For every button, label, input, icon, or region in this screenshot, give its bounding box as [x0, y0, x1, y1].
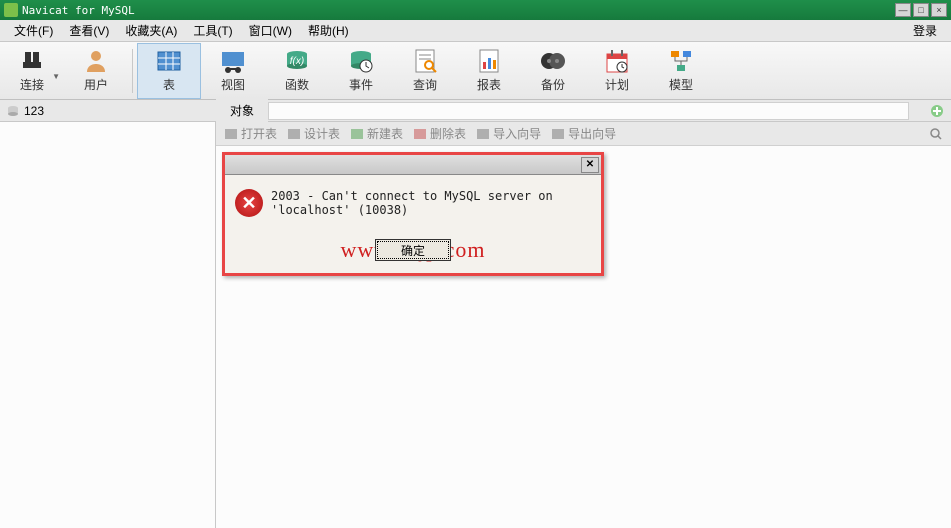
menu-window[interactable]: 窗口(W) — [241, 20, 300, 41]
table-icon — [156, 48, 182, 74]
svg-text:f(x): f(x) — [290, 56, 304, 67]
query-icon — [412, 48, 438, 74]
menu-file[interactable]: 文件(F) — [6, 20, 61, 41]
tool-table[interactable]: 表 — [137, 43, 201, 99]
tool-event[interactable]: 事件 — [329, 43, 393, 99]
error-icon: ✕ — [235, 189, 263, 217]
tool-user[interactable]: 用户 — [64, 43, 128, 99]
search-icon[interactable] — [929, 127, 943, 141]
user-icon — [83, 48, 109, 74]
action-4[interactable]: 导入向导 — [476, 125, 541, 142]
tab-objects[interactable]: 对象 — [216, 99, 268, 122]
titlebar: Navicat for MySQL — □ × — [0, 0, 951, 20]
menu-view[interactable]: 查看(V) — [61, 20, 117, 41]
subbar: 123 对象 — [0, 100, 951, 122]
menu-favorites[interactable]: 收藏夹(A) — [117, 20, 185, 41]
menu-help[interactable]: 帮助(H) — [300, 20, 357, 41]
action-1[interactable]: 设计表 — [287, 125, 340, 142]
login-link[interactable]: 登录 — [913, 22, 937, 39]
app-title: Navicat for MySQL — [22, 4, 135, 17]
action-bar: 打开表设计表新建表删除表导入向导导出向导 — [216, 122, 951, 146]
add-icon[interactable] — [929, 103, 945, 119]
action-5[interactable]: 导出向导 — [551, 125, 616, 142]
action-2[interactable]: 新建表 — [350, 125, 403, 142]
fx-icon: f(x) — [284, 48, 310, 74]
action-3[interactable]: 删除表 — [413, 125, 466, 142]
minimize-button[interactable]: — — [895, 3, 911, 17]
dialog-titlebar[interactable]: ✕ — [225, 155, 601, 175]
tool-model[interactable]: 模型 — [649, 43, 713, 99]
view-icon — [220, 48, 246, 74]
close-button[interactable]: × — [931, 3, 947, 17]
sidebar-item-label[interactable]: 123 — [24, 104, 44, 118]
tool-fx[interactable]: f(x)函数 — [265, 43, 329, 99]
plug-icon — [19, 48, 45, 74]
tool-query[interactable]: 查询 — [393, 43, 457, 99]
model-icon — [668, 48, 694, 74]
tool-plug[interactable]: 连接▼ — [0, 43, 64, 99]
app-icon — [4, 3, 18, 17]
content-area: 打开表设计表新建表删除表导入向导导出向导 ✕ ✕ 2003 - Can't co… — [216, 122, 951, 528]
report-icon — [476, 48, 502, 74]
ok-button[interactable]: 确定 — [375, 239, 451, 261]
error-message: 2003 - Can't connect to MySQL server on … — [271, 189, 591, 217]
action-0[interactable]: 打开表 — [224, 125, 277, 142]
error-dialog: ✕ ✕ 2003 - Can't connect to MySQL server… — [222, 152, 604, 276]
sidebar — [0, 122, 216, 528]
maximize-button[interactable]: □ — [913, 3, 929, 17]
event-icon — [348, 48, 374, 74]
tool-backup[interactable]: 备份 — [521, 43, 585, 99]
menubar: 文件(F) 查看(V) 收藏夹(A) 工具(T) 窗口(W) 帮助(H) 登录 — [0, 20, 951, 42]
schedule-icon — [604, 48, 630, 74]
tool-schedule[interactable]: 计划 — [585, 43, 649, 99]
toolbar: 连接▼用户表视图f(x)函数事件查询报表备份计划模型 — [0, 42, 951, 100]
backup-icon — [540, 48, 566, 74]
tool-report[interactable]: 报表 — [457, 43, 521, 99]
menu-tools[interactable]: 工具(T) — [185, 20, 240, 41]
db-icon — [6, 104, 20, 118]
tool-view[interactable]: 视图 — [201, 43, 265, 99]
dialog-close-button[interactable]: ✕ — [581, 157, 599, 173]
search-input[interactable] — [268, 102, 909, 120]
